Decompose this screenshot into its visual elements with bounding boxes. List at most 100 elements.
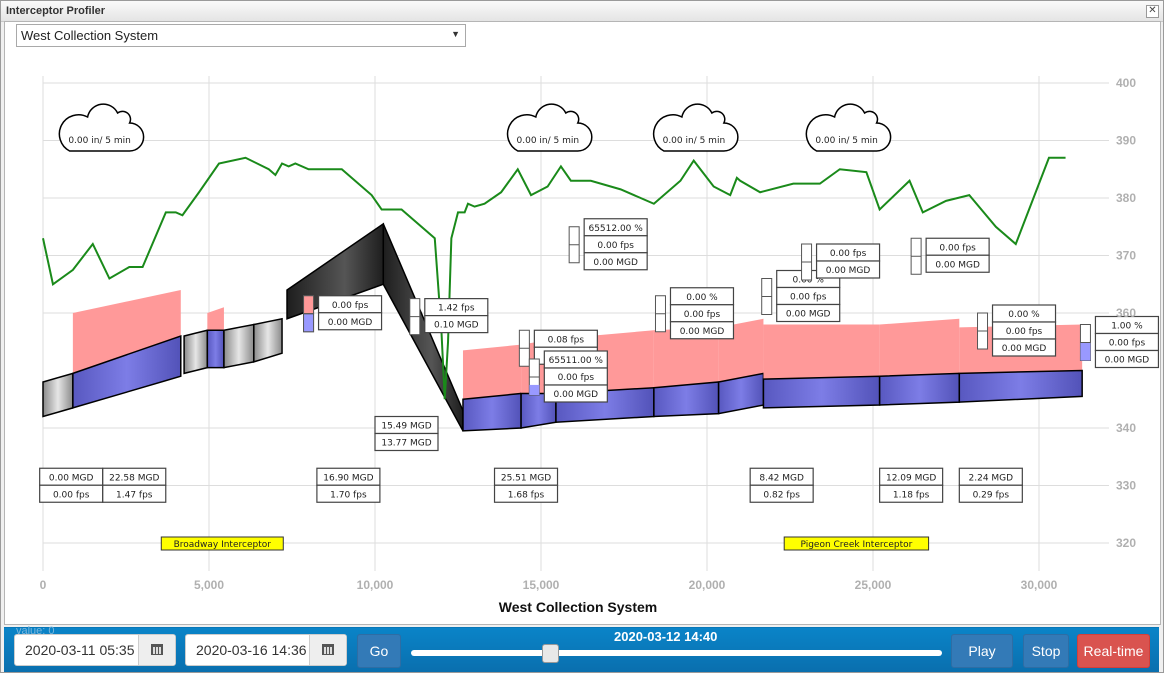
stop-button[interactable]: Stop bbox=[1023, 634, 1069, 668]
label-value: 0.00 % bbox=[686, 293, 718, 303]
pipe-segment bbox=[253, 317, 283, 363]
rain-cloud-icon: 0.00 in/ 5 min bbox=[805, 103, 892, 152]
end-datetime-value: 2020-03-16 14:36 bbox=[196, 642, 307, 658]
play-button[interactable]: Play bbox=[951, 634, 1013, 668]
label-value: 1.70 fps bbox=[330, 490, 367, 500]
time-slider[interactable] bbox=[411, 644, 942, 663]
label-value: 1.00 % bbox=[1111, 322, 1143, 332]
label-value: 0.00 fps bbox=[1006, 327, 1043, 337]
flow-label: 8.42 MGD 0.82 fps bbox=[749, 467, 814, 503]
y-tick-label: 340 bbox=[1116, 421, 1136, 435]
label-value: 1.47 fps bbox=[116, 490, 153, 500]
pipe-segment bbox=[762, 375, 881, 409]
rainfall-label: 0.00 in/ 5 min bbox=[517, 136, 580, 146]
surcharge-area bbox=[763, 324, 880, 380]
x-tick-label: 25,000 bbox=[855, 578, 892, 592]
label-value: 0.00 MGD bbox=[826, 266, 871, 276]
x-tick-label: 20,000 bbox=[689, 578, 726, 592]
interceptor-label: Pigeon Creek Interceptor bbox=[783, 536, 930, 551]
gauge-flow bbox=[1080, 342, 1091, 361]
label-value: 0.10 MGD bbox=[434, 321, 479, 331]
start-datetime-input[interactable]: 2020-03-11 05:35 bbox=[14, 634, 176, 666]
end-calendar-button[interactable] bbox=[309, 635, 346, 665]
gauge-flow bbox=[303, 313, 315, 333]
label-value: 0.00 fps bbox=[790, 293, 827, 303]
y-tick-label: 370 bbox=[1116, 249, 1136, 263]
flow-label: 12.09 MGD 1.18 fps bbox=[879, 467, 944, 503]
rainfall-label: 0.00 in/ 5 min bbox=[663, 136, 726, 146]
time-slider-handle[interactable] bbox=[542, 644, 560, 663]
label-value: 13.77 MGD bbox=[381, 439, 431, 449]
label-value: 0.00 MGD bbox=[786, 310, 831, 320]
label-value: 0.00 MGD bbox=[49, 473, 94, 483]
label-value: 0.00 MGD bbox=[328, 318, 373, 328]
meter: 65512.00 % 0.00 fps 0.00 MGD bbox=[568, 218, 648, 271]
label-value: 0.00 MGD bbox=[554, 390, 599, 400]
y-tick-label: 390 bbox=[1116, 134, 1136, 148]
x-tick-label: 5,000 bbox=[194, 578, 224, 592]
meter-readings: 0.00 fps 0.00 MGD bbox=[317, 295, 383, 331]
calendar-icon bbox=[151, 644, 163, 655]
realtime-button[interactable]: Real-time bbox=[1077, 634, 1150, 668]
x-tick-label: 0 bbox=[40, 578, 47, 592]
rain-cloud-icon: 0.00 in/ 5 min bbox=[506, 103, 593, 152]
meter-readings: 65511.00 % 0.00 fps 0.00 MGD bbox=[543, 350, 608, 403]
current-time: 2020-03-12 14:40 bbox=[614, 629, 718, 644]
x-axis-title: West Collection System bbox=[499, 599, 657, 615]
meter-readings: 0.00 % 0.00 fps 0.00 MGD bbox=[669, 287, 735, 340]
start-calendar-button[interactable] bbox=[138, 635, 175, 665]
label-value: 0.00 fps bbox=[332, 301, 369, 311]
label-value: 0.00 MGD bbox=[935, 260, 980, 270]
pipe-segment bbox=[206, 329, 225, 369]
meter-readings: 0.00 fps 0.00 MGD bbox=[815, 243, 881, 279]
pipe-segment bbox=[653, 381, 720, 418]
flow-label: 16.90 MGD 1.70 fps bbox=[316, 467, 381, 503]
label-value: 0.00 fps bbox=[1109, 339, 1146, 349]
x-tick-label: 10,000 bbox=[357, 578, 394, 592]
label-value: 15.49 MGD bbox=[381, 422, 431, 432]
flow-labels: 0.00 MGD 0.00 fps 22.58 MGD 1.47 fps 16.90 M… bbox=[39, 415, 1023, 551]
interceptor-label-text: Pigeon Creek Interceptor bbox=[800, 540, 912, 550]
rainfall-label: 0.00 in/ 5 min bbox=[68, 136, 131, 146]
end-datetime-input[interactable]: 2020-03-16 14:36 bbox=[185, 634, 347, 666]
profile-chart: 0.00 in/ 5 min 0.00 in/ 5 min 0.00 in/ 5 m… bbox=[39, 76, 1160, 615]
label-value: 0.29 fps bbox=[973, 490, 1010, 500]
surcharge-area bbox=[879, 318, 960, 377]
gauge-flow bbox=[529, 384, 540, 395]
profiler-window: Interceptor Profiler ✕ West Collection S… bbox=[0, 0, 1164, 673]
calendar-icon bbox=[322, 644, 334, 655]
meter-readings: 1.42 fps 0.10 MGD bbox=[424, 298, 489, 334]
x-tick-label: 30,000 bbox=[1021, 578, 1058, 592]
meter-readings: 65512.00 % 0.00 fps 0.00 MGD bbox=[583, 218, 648, 271]
meter-readings: 0.00 fps 0.00 MGD bbox=[925, 237, 990, 273]
label-value: 1.42 fps bbox=[438, 304, 475, 314]
flow-label: 15.49 MGD 13.77 MGD bbox=[374, 415, 439, 452]
go-button[interactable]: Go bbox=[357, 634, 401, 668]
start-datetime-value: 2020-03-11 05:35 bbox=[25, 642, 135, 658]
x-tick-label: 15,000 bbox=[523, 578, 560, 592]
meter: 0.00 fps 0.00 MGD bbox=[910, 237, 990, 275]
label-value: 1.68 fps bbox=[508, 490, 545, 500]
pipe-segment bbox=[958, 369, 1083, 403]
close-icon[interactable]: ✕ bbox=[1146, 5, 1159, 18]
window-title: Interceptor Profiler bbox=[6, 5, 106, 17]
label-value: 25.51 MGD bbox=[501, 473, 551, 483]
label-value: 22.58 MGD bbox=[109, 473, 159, 483]
label-value: 0.00 fps bbox=[939, 243, 976, 253]
meter-readings: 1.00 % 0.00 fps 0.00 MGD bbox=[1094, 315, 1160, 369]
rain-gauges: 0.00 in/ 5 min 0.00 in/ 5 min 0.00 in/ 5 m… bbox=[58, 103, 892, 152]
y-tick-label: 380 bbox=[1116, 191, 1136, 205]
label-value: 1.18 fps bbox=[893, 490, 930, 500]
pipe-segment bbox=[878, 372, 961, 406]
label-value: 0.00 MGD bbox=[593, 258, 638, 268]
y-tick-label: 330 bbox=[1116, 479, 1136, 493]
flow-label: 25.51 MGD 1.68 fps bbox=[493, 467, 559, 503]
playback-bar: value: 0 2020-03-11 05:35 2020-03-16 14:… bbox=[4, 625, 1159, 672]
label-value: 12.09 MGD bbox=[886, 473, 936, 483]
label-value: 0.00 fps bbox=[830, 249, 867, 259]
label-value: 8.42 MGD bbox=[759, 473, 804, 483]
y-tick-label: 400 bbox=[1116, 76, 1136, 90]
label-value: 0.00 MGD bbox=[1002, 344, 1047, 354]
rain-cloud-icon: 0.00 in/ 5 min bbox=[58, 103, 145, 152]
label-value: 0.00 MGD bbox=[680, 327, 725, 337]
